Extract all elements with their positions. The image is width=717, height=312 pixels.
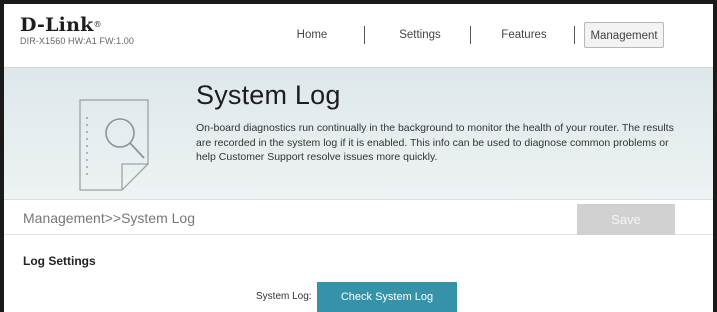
nav-management[interactable]: Management: [584, 22, 664, 48]
document-search-icon: [79, 99, 149, 191]
check-system-log-button[interactable]: Check System Log: [317, 282, 457, 312]
log-settings-heading: Log Settings: [23, 254, 96, 268]
nav-features[interactable]: Features: [496, 22, 552, 48]
main-nav: Home Settings Features Management: [4, 22, 713, 52]
page-description: On-board diagnostics run continually in …: [196, 122, 674, 163]
breadcrumb-bar: Management>>System Log Save: [4, 201, 713, 235]
system-log-label: System Log:: [256, 291, 312, 302]
nav-divider: [470, 26, 471, 44]
page-banner: System Log On-board diagnostics run cont…: [4, 67, 713, 200]
nav-divider: [574, 26, 575, 44]
breadcrumb: Management>>System Log: [23, 210, 195, 226]
nav-divider: [364, 26, 365, 44]
page-header: D-Link® DIR-X1560 HW:A1 FW:1.00 Home Set…: [4, 4, 713, 56]
router-admin-page: D-Link® DIR-X1560 HW:A1 FW:1.00 Home Set…: [4, 4, 713, 312]
nav-settings[interactable]: Settings: [392, 22, 448, 48]
save-button[interactable]: Save: [577, 204, 675, 235]
page-title: System Log: [196, 80, 341, 110]
nav-home[interactable]: Home: [288, 22, 336, 48]
